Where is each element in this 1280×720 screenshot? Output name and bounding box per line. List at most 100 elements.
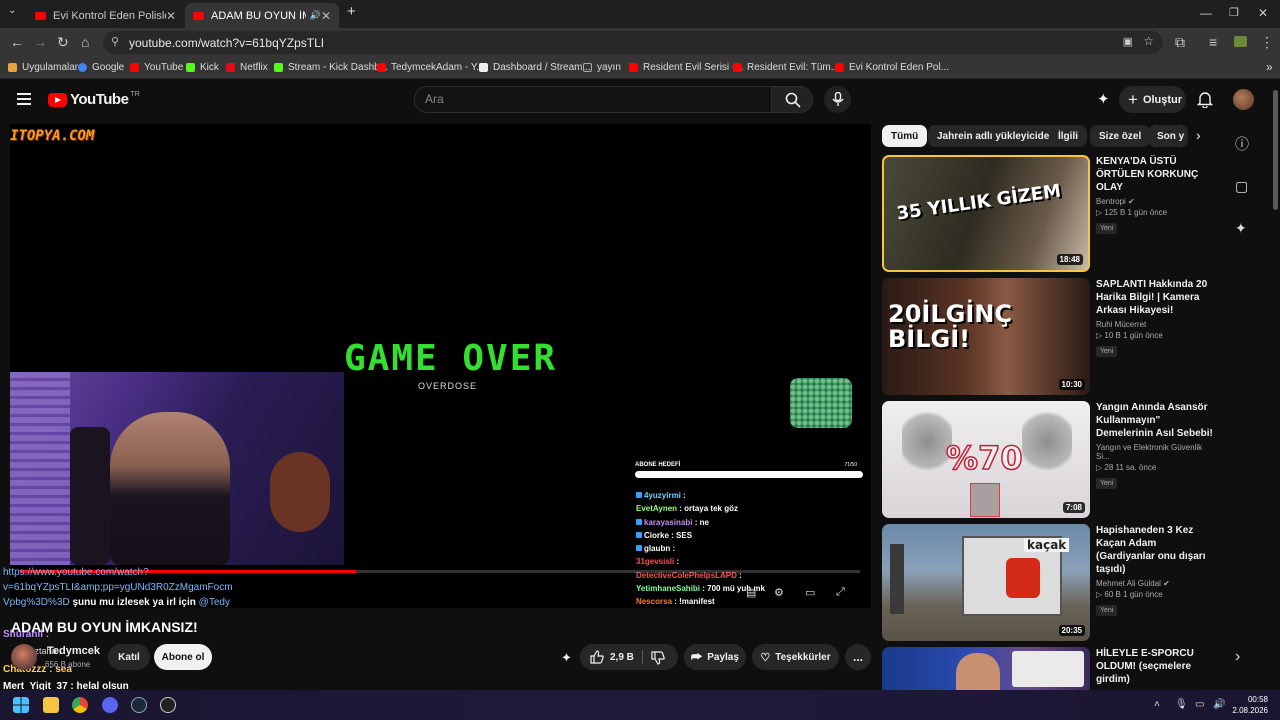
chevron-right-icon[interactable]: › (1235, 648, 1240, 666)
close-tab-icon[interactable]: ✕ (321, 9, 331, 23)
page-scrollbar[interactable] (1271, 80, 1280, 690)
hamburger-menu-icon[interactable] (17, 93, 31, 108)
video-title[interactable]: KENYA'DA ÜSTÜ ÖRTÜLEN KORKUNÇ OLAY (1096, 155, 1214, 194)
video-thumbnail[interactable]: kaçak 20:35 (882, 524, 1090, 641)
video-title[interactable]: Yangın Anında Asansör Kullanmayın" Demel… (1096, 401, 1214, 440)
bookmark-item[interactable]: Resident Evil: Tüm... (733, 62, 839, 73)
bookmark-item[interactable]: Netflix (226, 62, 268, 73)
subscribe-button[interactable]: Abone ol (154, 644, 212, 670)
bookmark-folder[interactable]: yayın (583, 62, 621, 73)
tab-active[interactable]: ADAM BU OYUN İMKANSIZ 🔊 ✕ (185, 3, 339, 28)
recommended-video[interactable]: %70 7:08 Yangın Anında Asansör Kullanmay… (882, 401, 1214, 519)
channel-name[interactable]: Bentropi ✔ (1096, 197, 1214, 206)
subtitles-icon[interactable]: ▤ (746, 586, 756, 599)
notifications-bell-icon[interactable] (1197, 91, 1213, 108)
close-tab-icon[interactable]: ✕ (166, 9, 176, 23)
steam-icon[interactable] (131, 697, 147, 713)
site-info-icon[interactable]: ⚲ (111, 35, 119, 48)
bookmark-item[interactable]: Uygulamalar (8, 62, 78, 73)
tab-search-icon[interactable]: ⌄ (8, 5, 16, 16)
channel-name[interactable]: Ruhi Mücerret (1096, 320, 1214, 329)
channel-name[interactable]: Tedymcek (47, 645, 100, 657)
channel-name[interactable]: Mehmet Ali Güldal ✔ (1096, 579, 1214, 588)
chat-link-line[interactable]: v=61bqYZpsTLI&amp;pp=ygUNd3R0ZzMgamFocm (3, 582, 233, 593)
obs-icon[interactable] (160, 697, 176, 713)
info-icon[interactable]: ⓘ (1235, 134, 1249, 154)
video-thumbnail[interactable]: %70 7:08 (882, 401, 1090, 518)
account-avatar[interactable] (1233, 89, 1254, 110)
video-title[interactable]: SAPLANTI Hakkında 20 Harika Bilgi! | Kam… (1096, 278, 1214, 317)
video-title[interactable]: HİLEYLE E-SPORCU OLDUM! (seçmelere girdi… (1096, 647, 1212, 686)
network-icon[interactable]: ▭ (1195, 699, 1204, 710)
chat-icon[interactable]: ▢ (1235, 178, 1248, 195)
search-input[interactable] (425, 92, 755, 106)
ask-ai-icon[interactable]: ✦ (561, 650, 572, 666)
chrome-menu-icon[interactable]: ⋮ (1260, 34, 1274, 51)
new-tab-button[interactable]: + (347, 3, 356, 20)
omnibox[interactable]: ⚲ youtube.com/watch?v=61bqYZpsTLI ▣ ☆ (103, 31, 1163, 54)
file-explorer-icon[interactable] (43, 697, 59, 713)
show-hidden-icons-icon[interactable]: ˄ (1154, 699, 1160, 710)
mic-tray-icon[interactable]: 🎙 (1175, 699, 1188, 710)
thumbs-up-icon[interactable] (590, 650, 604, 664)
recommended-video[interactable]: HİLEYLE E-SPORCU OLDUM! (seçmelere girdi… (882, 647, 1212, 690)
fullscreen-icon[interactable]: ⤢ (836, 586, 845, 599)
cast-icon[interactable]: ▣ (1123, 35, 1133, 48)
system-clock[interactable]: 00:58 2.08.2026 (1232, 694, 1268, 716)
bookmark-item[interactable]: Stream - Kick Dashb... (274, 62, 388, 73)
chrome-icon[interactable] (72, 697, 88, 713)
bookmark-item[interactable]: TedymcekAdam - Y... (377, 62, 485, 73)
more-actions-button[interactable]: ... (845, 644, 871, 670)
video-thumbnail[interactable]: 20İLGİNÇ BİLGİ! 10:30 (882, 278, 1090, 395)
video-player[interactable]: ITOPYA.COM GAME OVER OVERDOSE ABONE HEDE… (10, 124, 871, 608)
premium-icon[interactable]: ✦ (1097, 90, 1110, 108)
recommended-video[interactable]: 35 YILLIK GİZEM 18:48 KENYA'DA ÜSTÜ ÖRTÜ… (882, 155, 1212, 273)
media-icon[interactable]: ≡ (1209, 34, 1217, 50)
discord-icon[interactable] (102, 697, 118, 713)
bookmark-item[interactable]: Dashboard / Stream... (479, 62, 591, 73)
video-title[interactable]: Hapishaneden 3 Kez Kaçan Adam (Gardiyanl… (1096, 524, 1214, 576)
maximize-icon[interactable]: ❐ (1229, 6, 1239, 19)
voice-search-button[interactable] (824, 86, 851, 113)
tab-inactive[interactable]: Evi Kontrol Eden Polisler Korkun ✕ (27, 3, 184, 28)
chip-all[interactable]: Tümü (882, 125, 928, 147)
bookmark-item[interactable]: YouTube (130, 62, 183, 73)
bookmark-item[interactable]: Evi Kontrol Eden Pol... (835, 62, 949, 73)
reload-icon[interactable]: ↻ (57, 34, 69, 51)
search-button[interactable] (771, 86, 813, 113)
youtube-logo[interactable]: YouTube TR (48, 91, 140, 108)
thanks-button[interactable]: ♡ Teşekkürler (752, 644, 839, 670)
more-bookmarks-icon[interactable]: » (1266, 60, 1273, 74)
create-button[interactable]: + Oluştur (1119, 86, 1186, 113)
chip-from-uploader[interactable]: Jahrein adlı yükleyiciden (928, 125, 1065, 147)
video-thumbnail[interactable] (882, 647, 1090, 690)
video-thumbnail[interactable]: 35 YILLIK GİZEM 18:48 (882, 155, 1090, 272)
bookmark-item[interactable]: Kick (186, 62, 219, 73)
thumbs-down-icon[interactable] (651, 651, 665, 665)
recommended-video[interactable]: 20İLGİNÇ BİLGİ! 10:30 SAPLANTI Hakkında … (882, 278, 1212, 396)
theater-mode-icon[interactable]: ▭ (805, 586, 815, 599)
like-count[interactable]: 2,9 B (610, 652, 634, 663)
bookmark-star-icon[interactable]: ☆ (1143, 34, 1154, 48)
url-text[interactable]: youtube.com/watch?v=61bqYZpsTLI (129, 36, 324, 50)
profile-icon[interactable] (1234, 36, 1247, 47)
bookmark-item[interactable]: Resident Evil Serisi -... (629, 62, 744, 73)
chevron-right-icon[interactable]: › (1196, 127, 1201, 143)
channel-avatar[interactable] (11, 644, 37, 670)
settings-gear-icon[interactable]: ⚙ (774, 586, 784, 599)
share-button[interactable]: ⮫ Paylaş (684, 644, 746, 670)
chip-related[interactable]: İlgili (1049, 125, 1087, 147)
forward-icon[interactable]: → (33, 34, 47, 50)
back-icon[interactable]: ← (10, 34, 24, 50)
home-icon[interactable]: ⌂ (81, 34, 89, 50)
recommended-video[interactable]: kaçak 20:35 Hapishaneden 3 Kez Kaçan Ada… (882, 524, 1212, 642)
close-window-icon[interactable]: ✕ (1258, 6, 1268, 20)
extensions-icon[interactable]: ⧉ (1175, 34, 1185, 51)
windows-start-icon[interactable] (13, 697, 29, 713)
channel-name[interactable]: Yangın ve Elektronik Güvenlik Si... (1096, 443, 1214, 461)
chip-recent[interactable]: Son y (1148, 125, 1188, 147)
volume-icon[interactable]: 🔊 (1213, 699, 1225, 710)
sparkle-icon[interactable]: ✦ (1235, 220, 1247, 237)
chip-for-you[interactable]: Size özel (1090, 125, 1151, 147)
minimize-icon[interactable]: — (1200, 6, 1212, 20)
